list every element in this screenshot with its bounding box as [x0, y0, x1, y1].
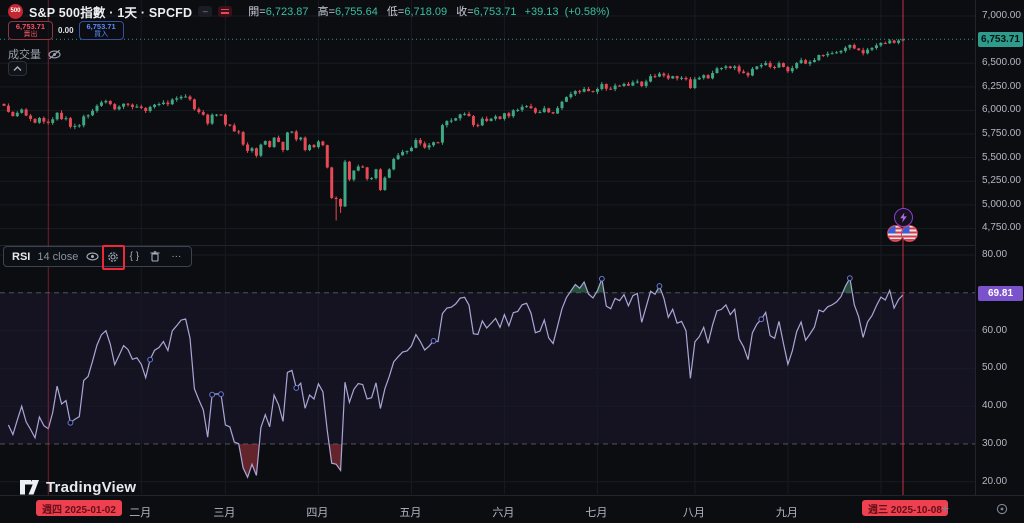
market-status-icon[interactable] [218, 6, 232, 17]
us-flag-icon[interactable] [901, 225, 918, 242]
open-label: 開= [248, 6, 265, 18]
source-code-icon[interactable]: { } [127, 250, 141, 264]
tradingview-logo[interactable]: TradingView [20, 479, 136, 496]
month-label: 六月 [492, 504, 514, 520]
month-label: 七月 [585, 504, 607, 520]
minimize-badge[interactable]: – [198, 6, 212, 17]
delete-trash-icon[interactable] [148, 250, 162, 264]
tradingview-mark-icon [20, 480, 39, 495]
rsi-title: RSI [12, 251, 30, 263]
month-label: 八月 [683, 504, 705, 520]
rsi-tick-label: 40.00 [982, 400, 1007, 411]
candlestick-layer [3, 38, 905, 220]
settings-gear-icon[interactable] [106, 250, 120, 264]
visibility-off-eye-icon[interactable] [48, 49, 61, 60]
change-percent: (+0.58%) [565, 6, 610, 18]
volume-label: 成交量 [8, 46, 41, 62]
spread-value: 0.00 [58, 26, 74, 35]
sell-price: 6,753.71 [16, 23, 45, 31]
brand-text: TradingView [46, 479, 136, 496]
price-tick-label: 6,250.00 [982, 81, 1021, 92]
price-axis[interactable]: 6,753.71 69.81 7,000.00 6,500.00 6,250.00 6… [975, 0, 1024, 495]
range-start-date-badge: 週四 2025-01-02 [36, 500, 122, 516]
price-tick-label: 7,000.00 [982, 10, 1021, 21]
visibility-eye-icon[interactable] [85, 250, 99, 264]
month-label: 四月 [306, 504, 328, 520]
rsi-marker [657, 284, 662, 289]
price-tick-label: 5,750.00 [982, 128, 1021, 139]
symbol-logo-icon: 500 [8, 4, 23, 19]
rsi-tick-label: 30.00 [982, 438, 1007, 449]
rsi-tick-label: 80.00 [982, 249, 1007, 260]
rsi-tick-label: 50.00 [982, 362, 1007, 373]
month-label: 九月 [776, 504, 798, 520]
sell-label: 賣出 [24, 31, 38, 39]
price-tick-label: 5,250.00 [982, 175, 1021, 186]
crosshair-date-badge: 週三 2025-10-08 [862, 500, 948, 516]
sell-button[interactable]: 6,753.71 賣出 [8, 21, 53, 40]
low-value: 6,718.09 [404, 6, 447, 18]
close-label: 收= [456, 6, 473, 18]
chevron-up-icon [13, 66, 22, 72]
rsi-params: 14 close [37, 251, 78, 263]
price-tick-label: 4,750.00 [982, 222, 1021, 233]
rsi-marker [219, 392, 224, 397]
rsi-value-badge: 69.81 [978, 286, 1023, 301]
month-label: 二月 [129, 504, 151, 520]
rsi-marker [599, 276, 604, 281]
collapse-pane-chevron-button[interactable] [8, 61, 27, 76]
price-tick-label: 5,000.00 [982, 199, 1021, 210]
price-tick-label: 6,500.00 [982, 57, 1021, 68]
symbol-header: 500 S&P 500指數 · 1天 · SPCFD – 開=6,723.87 … [8, 3, 610, 19]
rsi-marker [431, 339, 436, 344]
rsi-tick-label: 60.00 [982, 325, 1007, 336]
plus-icon[interactable]: + [941, 500, 949, 516]
rsi-marker [294, 386, 299, 391]
scale-target-icon[interactable] [996, 503, 1008, 515]
rsi-marker [847, 276, 852, 281]
close-value: 6,753.71 [474, 6, 517, 18]
open-value: 6,723.87 [266, 6, 309, 18]
rsi-marker [148, 357, 153, 362]
tradingview-chart-window: 500 S&P 500指數 · 1天 · SPCFD – 開=6,723.87 … [0, 0, 1024, 523]
event-markers [894, 208, 913, 227]
rsi-marker [210, 392, 215, 397]
ohlc-readout: 開=6,723.87 高=6,755.64 低=6,718.09 收=6,753… [242, 3, 609, 19]
last-price-badge: 6,753.71 [978, 32, 1023, 47]
rsi-tick-label: 20.00 [982, 476, 1007, 487]
trade-widget: 6,753.71 賣出 0.00 6,753.71 買入 [8, 21, 124, 40]
rsi-legend: RSI 14 close { } ··· [3, 246, 192, 267]
volume-legend: 成交量 [8, 46, 61, 62]
time-axis[interactable]: 週四 2025-01-02 週三 2025-10-08 + 二月 三月 四月 五月 六月… [0, 495, 1024, 523]
rsi-marker [759, 317, 764, 322]
high-label: 高= [318, 6, 335, 18]
more-options-icon[interactable]: ··· [169, 250, 183, 264]
month-label: 五月 [399, 504, 421, 520]
buy-button[interactable]: 6,753.71 買入 [79, 21, 124, 40]
price-tick-label: 6,000.00 [982, 104, 1021, 115]
low-label: 低= [387, 6, 404, 18]
buy-price: 6,753.71 [86, 23, 115, 31]
rsi-marker [68, 420, 73, 425]
buy-label: 買入 [94, 31, 108, 39]
change-value: +39.13 [525, 6, 559, 18]
high-value: 6,755.64 [335, 6, 378, 18]
price-tick-label: 5,500.00 [982, 152, 1021, 163]
symbol-title[interactable]: S&P 500指數 · 1天 · SPCFD [29, 2, 192, 21]
month-label: 三月 [213, 504, 235, 520]
